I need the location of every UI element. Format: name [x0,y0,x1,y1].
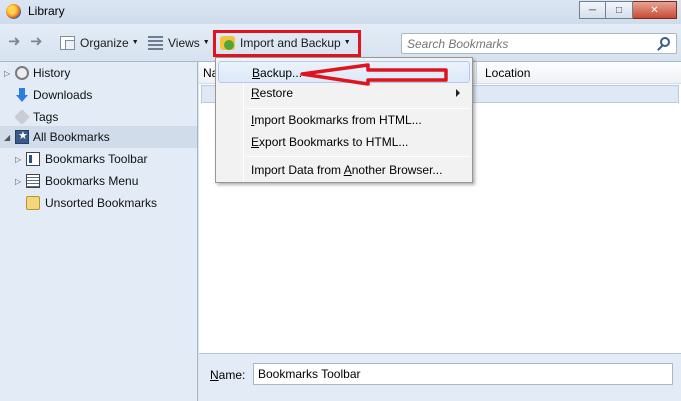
menu-item-label: Backup... [252,66,303,80]
name-field[interactable] [253,363,673,385]
submenu-arrow-icon [456,89,460,97]
views-label: Views [168,35,200,50]
dropdown-arrow-icon: ▼ [202,39,210,46]
details-pane: Name: [199,353,681,401]
minimize-button[interactable]: ─ [579,1,606,19]
sidebar-item-label: Tags [33,110,59,124]
menu-item-export-html[interactable]: Export Bookmarks to HTML... [218,131,470,153]
sidebar-item-label: Bookmarks Toolbar [45,152,148,166]
collapse-arrow-icon[interactable]: ◢ [4,133,10,142]
organize-icon [60,35,75,50]
sidebar: ▷ History Downloads Tags ◢ All Bookmarks… [0,62,198,401]
expand-arrow-icon[interactable]: ▷ [4,69,10,78]
expand-arrow-icon[interactable]: ▷ [15,177,21,186]
unsorted-bookmarks-icon [26,196,40,210]
menu-item-label: Import Bookmarks from HTML... [251,113,422,127]
views-button[interactable]: Views ▼ [148,32,210,53]
history-icon [15,66,29,80]
sidebar-item-bookmarks-toolbar[interactable]: ▷ Bookmarks Toolbar [0,148,197,170]
sidebar-item-history[interactable]: ▷ History [0,62,197,84]
sidebar-item-downloads[interactable]: Downloads [0,84,197,106]
sidebar-item-label: All Bookmarks [33,130,110,144]
search-input[interactable] [402,34,642,53]
sidebar-item-label: Downloads [33,88,93,102]
sidebar-item-all-bookmarks[interactable]: ◢ All Bookmarks [0,126,197,148]
search-box[interactable] [401,33,677,54]
maximize-icon: □ [615,4,623,16]
search-icon[interactable] [660,37,670,47]
organize-label: Organize [80,35,129,50]
forward-arrow-icon[interactable]: ➜ [30,34,43,49]
close-icon: ✕ [650,4,659,16]
bookmarks-menu-icon [26,174,40,188]
sidebar-item-label: Bookmarks Menu [45,174,139,188]
views-icon [148,35,163,50]
sidebar-item-label: History [33,66,71,80]
all-bookmarks-icon [15,129,29,144]
menu-item-import-html[interactable]: Import Bookmarks from HTML... [218,109,470,131]
back-arrow-icon[interactable]: ➜ [8,34,21,49]
menu-item-label: Restore [251,86,294,100]
name-label: Name: [210,368,246,382]
annotation-highlight-box [213,30,361,57]
expand-arrow-icon[interactable]: ▷ [15,155,21,164]
organize-button[interactable]: Organize ▼ [60,32,139,53]
window-controls: ─ □ ✕ [579,1,677,19]
firefox-icon [6,4,21,19]
menu-separator [246,156,470,157]
menu-item-label: Export Bookmarks to HTML... [251,135,409,149]
column-header-location[interactable]: Location [476,62,530,84]
downloads-icon [15,88,29,102]
sidebar-item-unsorted-bookmarks[interactable]: Unsorted Bookmarks [0,192,197,214]
menu-item-import-other-browser[interactable]: Import Data from Another Browser... [218,159,470,181]
sidebar-item-label: Unsorted Bookmarks [45,196,158,210]
sidebar-item-tags[interactable]: Tags [0,106,197,128]
minimize-icon: ─ [588,4,597,16]
annotation-arrow-icon [300,63,448,86]
dropdown-arrow-icon: ▼ [131,39,139,46]
title-bar: Library ─ □ ✕ [0,0,681,24]
close-button[interactable]: ✕ [633,1,677,19]
maximize-button[interactable]: □ [606,1,633,19]
tags-icon [14,109,30,125]
menu-item-label: Import Data from Another Browser... [251,163,443,177]
window-title: Library [28,4,65,18]
bookmarks-toolbar-icon [26,152,40,166]
sidebar-item-bookmarks-menu[interactable]: ▷ Bookmarks Menu [0,170,197,192]
